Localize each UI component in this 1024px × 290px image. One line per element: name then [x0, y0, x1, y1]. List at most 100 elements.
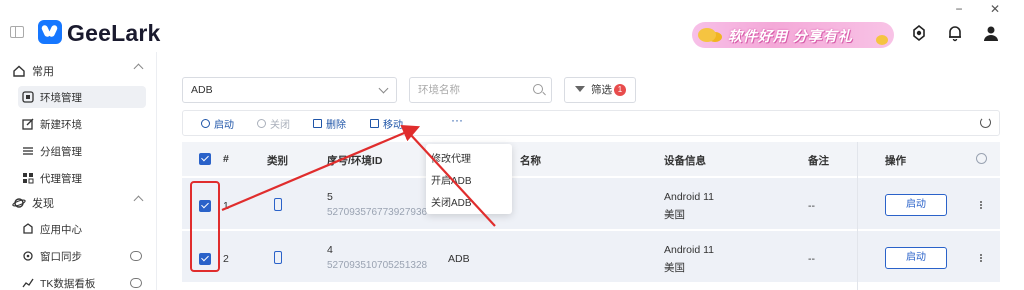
actions-column-divider: [857, 142, 1000, 290]
geelark-logo-icon: [38, 20, 62, 44]
brand-name: GeeLark: [67, 20, 161, 46]
filter-icon: [575, 86, 585, 92]
sidebar-item-proxy-management[interactable]: 代理管理: [18, 167, 146, 189]
annotation-highlight-box: [190, 181, 220, 272]
list-icon: [23, 147, 33, 155]
sidebar-group-label: 发现: [32, 198, 54, 210]
filter-count-badge: 1: [614, 84, 626, 96]
more-actions-dropdown: 修改代理 开启ADB 关闭ADB: [426, 144, 512, 214]
promo-banner[interactable]: 软件好用 分享有礼: [692, 22, 894, 48]
trash-icon: [313, 119, 322, 128]
bell-icon[interactable]: [946, 24, 964, 42]
sidebar-item-label: 分组管理: [40, 145, 82, 158]
search-placeholder: 环境名称: [418, 84, 460, 96]
col-remark: 备注: [808, 155, 829, 167]
vip-badge-icon: [130, 278, 142, 288]
row-region: 美国: [664, 209, 685, 221]
env-name-search-input[interactable]: 环境名称: [409, 77, 552, 103]
sidebar-item-env-management[interactable]: 环境管理: [18, 86, 146, 108]
window-minimize-button[interactable]: −: [948, 0, 970, 18]
sidebar-item-label: 窗口同步: [40, 250, 82, 263]
sidebar-item-label: 新建环境: [40, 118, 82, 131]
top-bar: GeeLark 软件好用 分享有礼 − ✕: [0, 0, 1024, 52]
more-actions-button[interactable]: ···: [451, 113, 463, 127]
menu-item-edit-proxy[interactable]: 修改代理: [431, 150, 471, 165]
phone-icon: [274, 251, 282, 264]
action-toolbar: 启动 关闭 删除 移动 ···: [182, 110, 1000, 136]
menu-item-enable-adb[interactable]: 开启ADB: [431, 172, 472, 187]
planet-icon: [12, 198, 26, 208]
row-index: 1: [223, 200, 229, 212]
support-icon[interactable]: [910, 24, 928, 42]
sidebar-item-label: 代理管理: [40, 172, 82, 185]
row-env-id: 527093510705251328: [327, 260, 428, 271]
search-icon[interactable]: [533, 84, 543, 94]
chevron-up-icon: [133, 195, 144, 206]
proxy-icon: [23, 173, 34, 184]
coin-icon: [698, 28, 716, 42]
env-icon: [22, 91, 34, 103]
env-type-select[interactable]: ADB: [182, 77, 397, 103]
home-icon: [13, 65, 25, 77]
col-device: 设备信息: [664, 155, 706, 167]
sidebar-toggle-icon[interactable]: [10, 26, 24, 38]
row-name: ADB: [448, 253, 470, 265]
sidebar-item-tk-dashboard[interactable]: TK数据看板: [18, 272, 146, 290]
sidebar-item-app-center[interactable]: 应用中心: [18, 218, 146, 240]
row-serial: 5: [327, 191, 333, 203]
move-label: 移动: [383, 120, 403, 131]
chevron-up-icon: [133, 63, 144, 74]
filter-label: 筛选: [591, 84, 612, 96]
main-content: ADB 环境名称 筛选 1 启动 关闭 删除 移动 ··· # 类别 序号/环境…: [157, 52, 1024, 290]
play-icon: [201, 119, 210, 128]
move-button[interactable]: 移动: [370, 116, 403, 131]
row-remark: --: [808, 200, 815, 212]
col-name: 名称: [520, 155, 541, 167]
select-all-checkbox[interactable]: [199, 153, 211, 165]
vip-badge-icon: [130, 251, 142, 261]
sidebar-item-new-env[interactable]: 新建环境: [18, 113, 146, 135]
close-label: 关闭: [270, 120, 290, 131]
window-close-button[interactable]: ✕: [984, 0, 1006, 18]
sidebar-group-discover[interactable]: 发现: [12, 192, 148, 214]
row-serial: 4: [327, 244, 333, 256]
menu-item-disable-adb[interactable]: 关闭ADB: [431, 194, 472, 209]
row-region: 美国: [664, 262, 685, 274]
phone-icon: [274, 198, 282, 211]
delete-button[interactable]: 删除: [313, 116, 346, 131]
start-button[interactable]: 启动: [201, 116, 234, 131]
sidebar-item-group-management[interactable]: 分组管理: [18, 140, 146, 162]
sidebar-group-label: 常用: [32, 66, 54, 78]
sidebar-item-label: 环境管理: [40, 91, 82, 104]
power-icon: [257, 119, 266, 128]
edit-icon: [22, 118, 34, 130]
col-type: 类别: [267, 155, 288, 167]
start-label: 启动: [214, 120, 234, 131]
sidebar-item-label: 应用中心: [40, 223, 82, 236]
coin-icon: [876, 35, 888, 45]
promo-text: 软件好用 分享有礼: [728, 28, 853, 44]
sidebar-item-window-sync[interactable]: 窗口同步: [18, 245, 146, 267]
col-serial: 序号/环境ID: [327, 155, 383, 167]
row-index: 2: [223, 253, 229, 265]
filter-button[interactable]: 筛选 1: [564, 77, 636, 103]
row-remark: --: [808, 253, 815, 265]
row-env-id: 527093576773927936: [327, 207, 428, 218]
folder-icon: [370, 119, 379, 128]
sidebar: 常用 环境管理 新建环境 分组管理 代理管理 发现 应用中心 窗口同步 TK数据…: [0, 52, 156, 290]
row-device: Android 11: [664, 191, 715, 203]
chart-icon: [22, 278, 34, 288]
user-avatar-icon[interactable]: [982, 24, 1000, 42]
app-window: GeeLark 软件好用 分享有礼 − ✕ 常用 环境管理 新建环境 分组管理 …: [0, 0, 1024, 290]
row-device: Android 11: [664, 244, 715, 256]
close-button[interactable]: 关闭: [257, 116, 290, 131]
delete-label: 删除: [326, 120, 346, 131]
app-center-icon: [23, 223, 33, 234]
chevron-down-icon: [378, 83, 389, 94]
sidebar-group-common[interactable]: 常用: [12, 60, 148, 82]
sync-icon: [23, 251, 33, 261]
sidebar-item-label: TK数据看板: [40, 277, 96, 290]
select-value: ADB: [191, 84, 213, 96]
refresh-icon[interactable]: [980, 117, 991, 128]
col-index: #: [223, 153, 229, 165]
